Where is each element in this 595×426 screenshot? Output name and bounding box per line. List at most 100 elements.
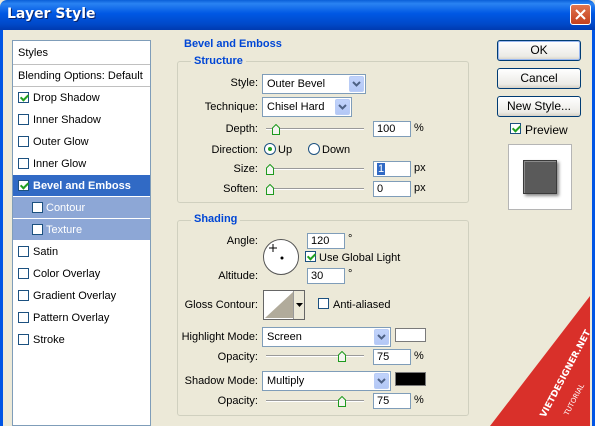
style-item[interactable]: Stroke [13, 329, 150, 351]
size-input[interactable]: 1 [373, 161, 411, 177]
slider-thumb-icon[interactable] [272, 124, 280, 135]
shadow-mode-label: Shadow Mode: [184, 375, 258, 387]
size-value: 1 [377, 163, 386, 175]
slider-thumb-icon[interactable] [266, 164, 274, 175]
ok-button[interactable]: OK [497, 40, 581, 61]
close-icon [575, 9, 586, 20]
style-item-checkbox[interactable] [18, 268, 29, 279]
global-light-checkbox[interactable] [305, 251, 316, 262]
anti-aliased-checkbox[interactable] [318, 298, 329, 309]
altitude-input[interactable]: 30 [307, 268, 345, 284]
depth-unit: % [414, 122, 424, 134]
style-item[interactable]: Outer Glow [13, 131, 150, 153]
style-item-checkbox[interactable] [18, 114, 29, 125]
preview-checkbox[interactable] [510, 123, 521, 134]
chevron-down-icon [349, 76, 364, 92]
shadow-opacity-input[interactable]: 75 [373, 393, 411, 409]
highlight-opacity-unit: % [414, 350, 424, 362]
angle-dial-icon [269, 244, 284, 260]
technique-select[interactable]: Chisel Hard [262, 97, 352, 117]
soften-slider[interactable] [266, 184, 364, 196]
direction-down-radio[interactable] [308, 143, 320, 155]
style-item-label: Contour [46, 202, 86, 214]
angle-dial[interactable] [263, 239, 299, 275]
style-label: Style: [230, 77, 258, 89]
style-item[interactable]: Contour [13, 197, 150, 219]
style-item[interactable]: Satin [13, 241, 150, 263]
style-item-checkbox[interactable] [18, 92, 29, 103]
slider-thumb-icon[interactable] [266, 184, 274, 195]
slider-thumb-icon[interactable] [338, 396, 346, 407]
highlight-opacity-slider[interactable] [266, 351, 364, 363]
size-slider[interactable] [266, 164, 364, 176]
shadow-color-swatch[interactable] [395, 372, 426, 386]
shadow-mode-select[interactable]: Multiply [262, 371, 391, 391]
angle-input[interactable]: 120 [307, 233, 345, 249]
style-item[interactable]: Inner Shadow [13, 109, 150, 131]
style-item-checkbox[interactable] [32, 224, 43, 235]
chevron-down-icon [335, 99, 350, 115]
style-item-checkbox[interactable] [32, 202, 43, 213]
style-item-label: Outer Glow [33, 136, 89, 148]
style-item[interactable]: Gradient Overlay [13, 285, 150, 307]
style-item[interactable]: Pattern Overlay [13, 307, 150, 329]
gloss-contour-picker[interactable] [263, 290, 305, 320]
styles-header[interactable]: Styles [13, 41, 150, 65]
style-item-label: Color Overlay [33, 268, 101, 280]
direction-up-label: Up [278, 144, 293, 156]
shadow-opacity-slider[interactable] [266, 396, 364, 408]
slider-track [266, 188, 364, 190]
style-item[interactable]: Drop Shadow [13, 87, 150, 109]
gloss-contour-label: Gloss Contour: [184, 299, 258, 311]
depth-slider[interactable] [266, 124, 364, 136]
contour-preview-icon [265, 292, 293, 318]
style-item-checkbox[interactable] [18, 136, 29, 147]
styles-list: Styles Blending Options: Default Drop Sh… [12, 40, 151, 426]
highlight-mode-select[interactable]: Screen [262, 327, 391, 347]
style-item[interactable]: Bevel and Emboss [13, 175, 150, 197]
style-item-label: Drop Shadow [33, 92, 100, 104]
blending-options-label: Blending Options: Default [18, 70, 143, 82]
preview-swatch [523, 160, 557, 194]
highlight-opacity-input[interactable]: 75 [373, 349, 411, 365]
style-item[interactable]: Color Overlay [13, 263, 150, 285]
style-item[interactable]: Inner Glow [13, 153, 150, 175]
size-label: Size: [233, 163, 258, 175]
new-style-button[interactable]: New Style... [497, 96, 581, 117]
highlight-color-swatch[interactable] [395, 328, 426, 342]
style-items: Drop Shadow Inner Shadow Outer Glow Inner G… [13, 87, 150, 351]
style-item-checkbox[interactable] [18, 334, 29, 345]
global-light-label: Use Global Light [319, 252, 401, 264]
style-item-checkbox[interactable] [18, 158, 29, 169]
direction-down-label: Down [322, 144, 351, 156]
style-item-label: Stroke [33, 334, 65, 346]
slider-thumb-icon[interactable] [338, 351, 346, 362]
style-item-checkbox[interactable] [18, 290, 29, 301]
soften-unit: px [414, 182, 426, 194]
style-item-label: Pattern Overlay [33, 312, 110, 324]
blending-options-item[interactable]: Blending Options: Default [13, 65, 150, 87]
depth-input[interactable]: 100 [373, 121, 411, 137]
depth-label: Depth: [225, 123, 258, 135]
style-item-label: Inner Glow [33, 158, 87, 170]
soften-input[interactable]: 0 [373, 181, 411, 197]
style-item-label: Inner Shadow [33, 114, 101, 126]
style-item-label: Bevel and Emboss [33, 180, 131, 192]
highlight-opacity-label: Opacity: [217, 351, 258, 363]
close-button[interactable] [570, 4, 591, 25]
caret-down-icon [293, 291, 304, 319]
angle-label: Angle: [226, 235, 258, 247]
altitude-unit: ° [348, 268, 353, 280]
direction-up-radio[interactable] [264, 143, 276, 155]
cancel-button[interactable]: Cancel [497, 68, 581, 89]
technique-value: Chisel Hard [267, 101, 325, 113]
style-item[interactable]: Texture [13, 219, 150, 241]
highlight-mode-value: Screen [267, 331, 302, 343]
style-item-checkbox[interactable] [18, 246, 29, 257]
slider-track [266, 168, 364, 170]
shadow-mode-value: Multiply [267, 375, 305, 387]
style-item-checkbox[interactable] [18, 180, 29, 191]
style-select[interactable]: Outer Bevel [262, 74, 366, 94]
style-item-label: Gradient Overlay [33, 290, 117, 302]
style-item-checkbox[interactable] [18, 312, 29, 323]
